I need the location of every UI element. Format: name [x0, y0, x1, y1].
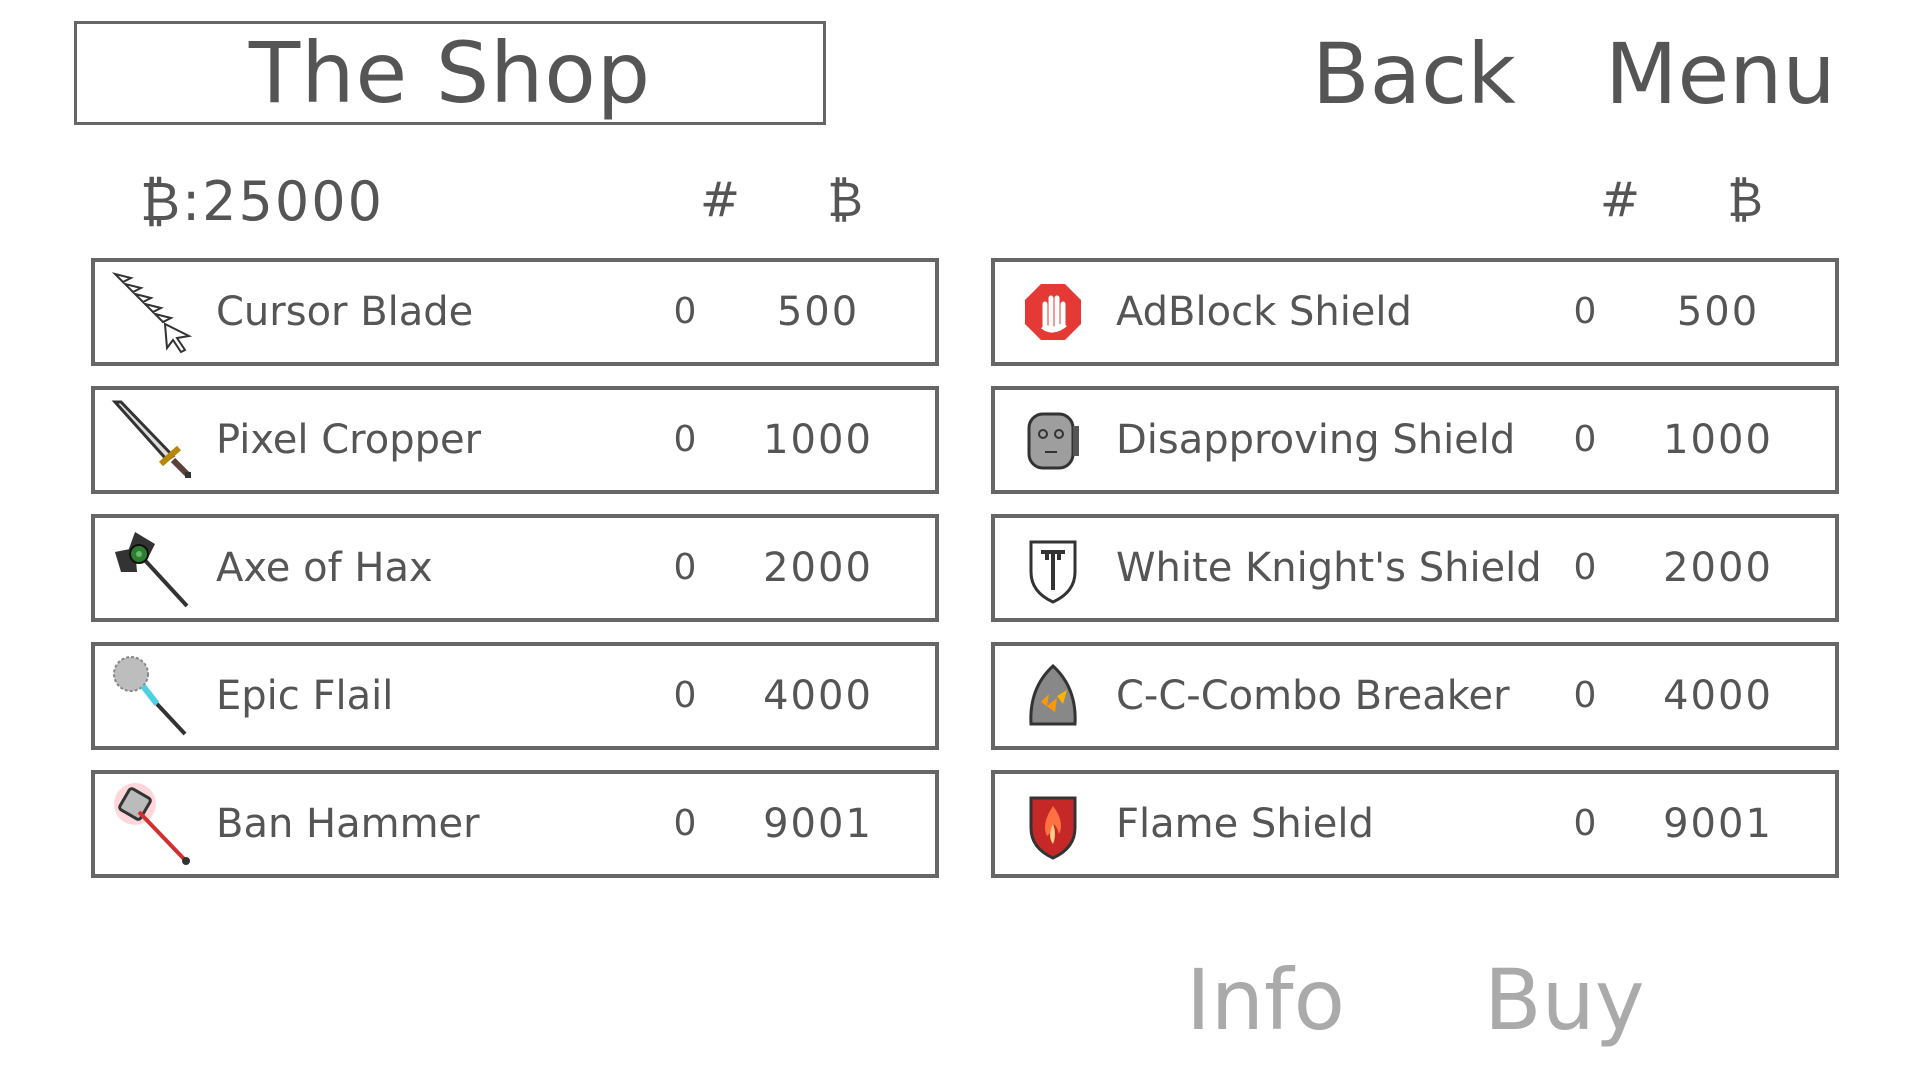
info-button[interactable]: Info: [1186, 950, 1345, 1050]
shop-title: The Shop: [74, 21, 826, 125]
shop-item-axe-of-hax[interactable]: Axe of Hax 0 2000: [91, 514, 939, 622]
item-price: 1000: [1663, 417, 1773, 463]
weapons-price-header: ₿: [827, 172, 863, 228]
face-shield-icon: [1027, 412, 1079, 470]
back-button[interactable]: Back: [1312, 24, 1516, 124]
item-qty: 0: [1573, 547, 1597, 588]
hammer-icon: [114, 783, 190, 865]
item-qty: 0: [673, 803, 697, 844]
item-price: 4000: [763, 673, 873, 719]
item-qty: 0: [1573, 803, 1597, 844]
item-price: 9001: [1663, 801, 1773, 847]
shop-item-ban-hammer[interactable]: Ban Hammer 0 9001: [91, 770, 939, 878]
coin-balance: ₿:25000: [140, 170, 384, 233]
weapons-qty-header: #: [699, 172, 741, 228]
stop-hand-icon: [1025, 284, 1081, 340]
item-qty: 0: [1573, 675, 1597, 716]
weapons-list: Cursor Blade 0 500 Pixel Cropper 0 1000 …: [91, 258, 939, 898]
cursor-blade-icon: [111, 272, 193, 354]
menu-button[interactable]: Menu: [1605, 24, 1836, 124]
shop-item-cursor-blade[interactable]: Cursor Blade 0 500: [91, 258, 939, 366]
combo-shield-icon: [1029, 663, 1077, 726]
item-name: Disapproving Shield: [1116, 417, 1516, 463]
shields-list: AdBlock Shield 0 500 Disapproving Shield…: [991, 258, 1839, 898]
item-name: Epic Flail: [216, 673, 394, 719]
item-name: Flame Shield: [1116, 801, 1374, 847]
item-price: 4000: [1663, 673, 1773, 719]
item-name: AdBlock Shield: [1116, 289, 1412, 335]
item-price: 1000: [763, 417, 873, 463]
item-price: 2000: [763, 545, 873, 591]
buy-button[interactable]: Buy: [1484, 950, 1645, 1050]
item-name: Cursor Blade: [216, 289, 474, 335]
item-price: 9001: [763, 801, 873, 847]
item-name: Ban Hammer: [216, 801, 480, 847]
shields-qty-header: #: [1599, 172, 1641, 228]
item-qty: 0: [673, 547, 697, 588]
item-qty: 0: [673, 675, 697, 716]
item-qty: 0: [673, 419, 697, 460]
flame-shield-icon: [1029, 796, 1077, 860]
item-name: Pixel Cropper: [216, 417, 482, 463]
pixel-sword-icon: [111, 400, 191, 478]
shop-item-pixel-cropper[interactable]: Pixel Cropper 0 1000: [91, 386, 939, 494]
item-price: 500: [776, 289, 860, 335]
item-name: White Knight's Shield: [1116, 545, 1542, 591]
flail-icon: [113, 656, 187, 736]
shields-price-header: ₿: [1727, 172, 1763, 228]
item-qty: 0: [1573, 291, 1597, 332]
shop-item-combo-breaker[interactable]: C-C-Combo Breaker 0 4000: [991, 642, 1839, 750]
knight-shield-icon: [1029, 540, 1077, 604]
item-price: 500: [1676, 289, 1760, 335]
item-name: C-C-Combo Breaker: [1116, 673, 1510, 719]
item-qty: 0: [673, 291, 697, 332]
item-qty: 0: [1573, 419, 1597, 460]
item-price: 2000: [1663, 545, 1773, 591]
shop-item-epic-flail[interactable]: Epic Flail 0 4000: [91, 642, 939, 750]
item-name: Axe of Hax: [216, 545, 433, 591]
axe-icon: [115, 532, 189, 608]
shop-item-white-knights-shield[interactable]: White Knight's Shield 0 2000: [991, 514, 1839, 622]
shop-item-flame-shield[interactable]: Flame Shield 0 9001: [991, 770, 1839, 878]
shop-item-adblock-shield[interactable]: AdBlock Shield 0 500: [991, 258, 1839, 366]
shop-item-disapproving-shield[interactable]: Disapproving Shield 0 1000: [991, 386, 1839, 494]
